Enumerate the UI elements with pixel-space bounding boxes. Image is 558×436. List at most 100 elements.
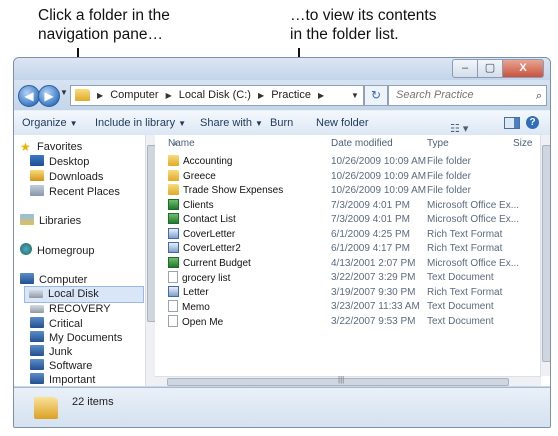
nav-label: Computer [39, 274, 88, 286]
include-in-library-menu[interactable]: Include in library ▼ [95, 111, 186, 136]
file-name[interactable]: CoverLetter2 [168, 242, 241, 255]
nav-critical[interactable]: Critical [30, 317, 83, 332]
new-folder-button[interactable]: New folder [316, 111, 369, 135]
nav-favorites[interactable]: ★ Favorites [20, 140, 82, 155]
nav-software[interactable]: Software [30, 359, 92, 374]
file-row[interactable]: Letter 3/19/2007 9:30 PM Rich Text Format [168, 285, 538, 299]
navigation-scrollbar[interactable] [145, 135, 156, 386]
desktop-icon [30, 155, 44, 166]
close-button[interactable]: X [503, 59, 544, 78]
file-name[interactable]: Current Budget [168, 256, 251, 270]
nav-label: Libraries [39, 215, 82, 227]
refresh-button[interactable]: ↻ [364, 85, 388, 106]
nav-libraries[interactable]: Libraries [20, 214, 81, 229]
file-row[interactable]: Memo 3/23/2007 11:33 AM Text Document [168, 300, 538, 313]
organize-menu[interactable]: Organize ▼ [22, 111, 78, 136]
address-bar[interactable]: ▶ Computer ▶ Local Disk (C:) ▶ Practice … [70, 85, 364, 106]
forward-button[interactable]: ▶ [38, 85, 60, 107]
nav-label: Desktop [49, 156, 90, 168]
file-name[interactable]: Greece [168, 169, 216, 183]
file-row[interactable]: Accounting 10/26/2009 10:09 AM File folder [168, 155, 538, 168]
breadcrumb-practice[interactable]: Practice [271, 89, 311, 101]
folder-icon [75, 89, 90, 101]
file-name[interactable]: Open Me [168, 314, 223, 329]
file-type: File folder [427, 156, 471, 167]
nav-homegroup[interactable]: Homegroup [20, 243, 94, 258]
file-row[interactable]: grocery list 3/22/2007 3:29 PM Text Docume… [168, 271, 538, 284]
caption-buttons: – ▢ X [452, 59, 544, 78]
homegroup-icon [20, 243, 32, 255]
file-row[interactable]: Contact List 7/3/2009 4:01 PM Microsoft Of… [168, 213, 538, 226]
file-row[interactable]: Clients 7/3/2009 4:01 PM Microsoft Office … [168, 198, 538, 212]
horizontal-scrollbar[interactable]: ||| [155, 375, 541, 386]
recent-pages-dropdown[interactable]: ▼ [60, 88, 68, 97]
scrollbar-thumb[interactable]: ||| [167, 375, 509, 386]
preview-pane-icon[interactable] [504, 117, 520, 129]
column-type[interactable]: Type [427, 135, 449, 153]
address-dropdown[interactable]: ▼ [347, 86, 363, 105]
file-name[interactable]: Contact List [168, 213, 236, 226]
chevron-right-icon[interactable]: ▶ [97, 91, 103, 100]
computer-icon [20, 273, 34, 284]
nav-important[interactable]: Important [30, 373, 95, 388]
file-type: Microsoft Office Ex... [427, 214, 520, 225]
minimize-button[interactable]: – [452, 59, 478, 78]
file-date: 3/23/2007 11:33 AM [331, 301, 420, 312]
file-date: 10/26/2009 10:09 AM [331, 156, 427, 167]
file-row[interactable]: Greece 10/26/2009 10:09 AM File folder [168, 169, 538, 183]
file-row[interactable]: Trade Show Expenses 10/26/2009 10:09 AM Fi… [168, 184, 538, 197]
file-row[interactable]: CoverLetter2 6/1/2009 4:17 PM Rich Text Fo… [168, 242, 538, 255]
breadcrumb-local-disk[interactable]: Local Disk (C:) [179, 89, 251, 101]
command-bar: Organize ▼ Include in library ▼ Share with… [14, 110, 550, 136]
nav-recent-places[interactable]: Recent Places [30, 185, 120, 200]
nav-label: Critical [49, 318, 83, 330]
help-icon[interactable]: ? [526, 116, 539, 129]
file-name-text: Accounting [183, 156, 233, 167]
nav-recovery[interactable]: RECOVERY [30, 302, 111, 317]
maximize-button[interactable]: ▢ [478, 59, 503, 78]
vertical-scrollbar[interactable] [540, 135, 550, 376]
breadcrumb-computer[interactable]: Computer [110, 89, 158, 101]
search-box[interactable]: ⌕ [388, 85, 547, 106]
chevron-right-icon[interactable]: ▶ [318, 91, 324, 100]
nav-local-disk[interactable]: Local Disk [24, 286, 144, 303]
file-name[interactable]: Accounting [168, 155, 232, 168]
file-row[interactable]: Open Me 3/22/2007 9:53 PM Text Document [168, 314, 538, 329]
search-icon[interactable]: ⌕ [536, 87, 542, 106]
text-file-icon [168, 314, 178, 327]
file-type: Text Document [427, 272, 494, 283]
network-drive-icon [30, 345, 44, 356]
file-name-text: Letter [183, 286, 209, 298]
scrollbar-grip: ||| [338, 375, 345, 384]
back-button[interactable]: ◀ [18, 85, 40, 107]
file-name-text: Greece [183, 170, 216, 182]
burn-button[interactable]: Burn [270, 111, 293, 135]
column-size[interactable]: Size [513, 135, 532, 153]
file-date: 10/26/2009 10:09 AM [331, 185, 427, 196]
scrollbar-thumb[interactable] [542, 145, 550, 362]
chevron-down-icon: ▼ [178, 119, 187, 128]
chevron-right-icon[interactable]: ▶ [258, 91, 264, 100]
column-name[interactable]: Name [168, 135, 195, 153]
nav-junk[interactable]: Junk [30, 345, 72, 360]
title-bar[interactable]: – ▢ X [14, 58, 550, 80]
search-input[interactable] [394, 88, 518, 102]
nav-downloads[interactable]: Downloads [30, 170, 103, 185]
share-with-menu[interactable]: Share with ▼ [200, 111, 263, 136]
column-date-modified[interactable]: Date modified [331, 135, 393, 153]
file-name[interactable]: Memo [168, 300, 210, 314]
excel-file-icon [168, 256, 179, 268]
file-name[interactable]: Trade Show Expenses [168, 184, 283, 197]
nav-desktop[interactable]: Desktop [30, 155, 89, 170]
file-name[interactable]: CoverLetter [168, 227, 235, 241]
chevron-right-icon[interactable]: ▶ [166, 91, 172, 100]
file-name[interactable]: Letter [168, 285, 209, 299]
excel-file-icon [168, 198, 179, 210]
nav-my-documents[interactable]: My Documents [30, 331, 122, 346]
file-type: Rich Text Format [427, 228, 503, 240]
file-row[interactable]: Current Budget 4/13/2001 2:07 PM Microsoft… [168, 256, 538, 270]
file-name[interactable]: Clients [168, 198, 214, 212]
nav-label: RECOVERY [49, 303, 111, 315]
file-row[interactable]: CoverLetter 6/1/2009 4:25 PM Rich Text For… [168, 227, 538, 241]
file-name[interactable]: grocery list [168, 271, 230, 285]
